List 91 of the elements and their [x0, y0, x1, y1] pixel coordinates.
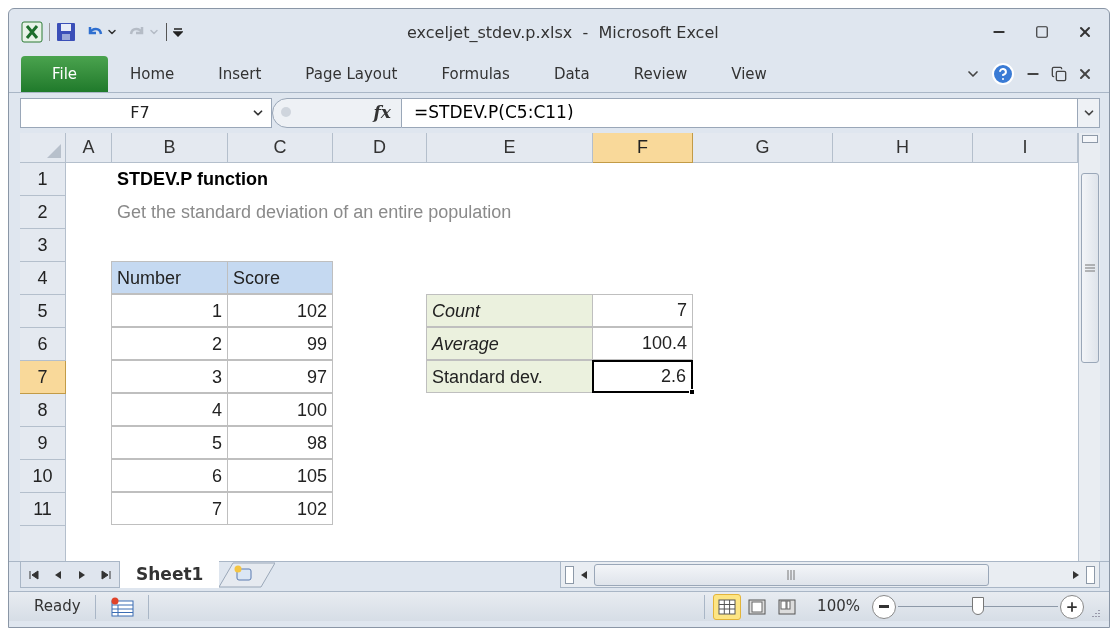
table-cell: 99	[227, 327, 333, 360]
table-cell: 105	[227, 459, 333, 492]
fill-handle[interactable]	[689, 389, 695, 395]
row-header[interactable]: 7	[20, 361, 66, 394]
last-sheet-icon[interactable]	[101, 569, 112, 580]
maximize-icon[interactable]	[1035, 25, 1049, 39]
row-header[interactable]: 10	[20, 460, 66, 493]
summary-label-cell: Standard dev.	[426, 360, 593, 393]
row-header[interactable]: 3	[20, 229, 66, 262]
view-button[interactable]	[713, 593, 742, 620]
table-header-cell: Number	[111, 261, 228, 294]
row-header[interactable]: 4	[20, 262, 66, 295]
column-header[interactable]: C	[228, 133, 333, 163]
status-text: Ready	[33, 596, 82, 618]
row-header[interactable]: 9	[20, 427, 66, 460]
save-icon[interactable]	[56, 22, 76, 42]
zoom-out-button[interactable]	[872, 594, 896, 619]
row-header[interactable]: 11	[20, 493, 66, 526]
macro-record-icon[interactable]	[109, 596, 134, 617]
scroll-left-icon[interactable]	[580, 569, 588, 580]
row-header[interactable]: 6	[20, 328, 66, 361]
summary-value-cell[interactable]: 7	[592, 294, 693, 327]
restore-icon[interactable]	[1051, 66, 1067, 82]
table-cell: 4	[111, 393, 228, 426]
row-header[interactable]: 5	[20, 295, 66, 328]
grip-icon	[786, 569, 797, 580]
column-header[interactable]: A	[66, 133, 112, 163]
ribbon-tab[interactable]: Data	[531, 56, 612, 92]
name-box[interactable]: F7	[20, 98, 272, 128]
ribbon-tab[interactable]: Review	[611, 56, 710, 92]
sheet-subtitle: Get the standard deviation of an entire population	[117, 201, 512, 224]
zoom-slider-thumb[interactable]	[972, 596, 984, 615]
scroll-right-icon[interactable]	[1072, 569, 1080, 580]
zoom-level[interactable]: 100%	[817, 595, 860, 618]
ribbon-tab[interactable]: Formulas	[419, 56, 532, 92]
horizontal-scrollbar[interactable]	[560, 562, 1100, 588]
plus-icon	[1065, 599, 1079, 614]
table-cell: 3	[111, 360, 228, 393]
file-tab[interactable]: File	[21, 56, 108, 92]
row-header[interactable]: 1	[20, 163, 66, 196]
vertical-scrollbar[interactable]	[1078, 133, 1100, 561]
column-header[interactable]: F	[593, 133, 693, 163]
next-sheet-icon[interactable]	[77, 569, 86, 580]
table-cell: 102	[227, 294, 333, 327]
close-icon[interactable]	[1077, 66, 1093, 82]
column-header[interactable]: G	[693, 133, 833, 163]
zoom-in-button[interactable]	[1060, 594, 1084, 619]
column-header[interactable]: D	[333, 133, 427, 163]
summary-label-cell: Average	[426, 327, 593, 360]
split-box-icon[interactable]	[1086, 565, 1095, 584]
table-cell: 6	[111, 459, 228, 492]
column-header[interactable]: I	[973, 133, 1078, 163]
table-cell: 102	[227, 492, 333, 525]
resize-grip-icon[interactable]	[1090, 609, 1100, 619]
ribbon-tab[interactable]: Page Layout	[283, 56, 420, 92]
formula-field[interactable]: =STDEV.P(C5:C11)	[402, 98, 1078, 128]
insert-function-button[interactable]: fx	[373, 100, 391, 126]
table-cell: 100	[227, 393, 333, 426]
column-header[interactable]: H	[833, 133, 973, 163]
table-cell: 7	[111, 492, 228, 525]
split-box-icon[interactable]	[1081, 135, 1098, 143]
expand-formula-button[interactable]	[1078, 98, 1100, 128]
table-header-cell: Score	[227, 261, 333, 294]
window-title: exceljet_stdev.p.xlsx - Microsoft Excel	[407, 22, 719, 44]
split-box-icon[interactable]	[565, 565, 574, 584]
ribbon-tab[interactable]: View	[709, 56, 789, 92]
table-cell: 5	[111, 426, 228, 459]
column-header[interactable]: B	[112, 133, 228, 163]
grip-icon	[1084, 264, 1095, 272]
previous-sheet-icon[interactable]	[54, 569, 63, 580]
minus-icon	[879, 605, 889, 608]
sheet-title: STDEV.P function	[117, 168, 269, 191]
help-icon[interactable]	[991, 62, 1015, 86]
customize-toolbar-icon[interactable]	[173, 26, 183, 38]
row-header[interactable]: 8	[20, 394, 66, 427]
table-cell: 97	[227, 360, 333, 393]
active-cell[interactable]: 2.6	[592, 360, 693, 393]
sheet-tab[interactable]: Sheet1	[120, 561, 220, 588]
summary-value-cell[interactable]: 100.4	[592, 327, 693, 360]
column-header[interactable]: E	[427, 133, 593, 163]
row-header[interactable]: 2	[20, 196, 66, 229]
ribbon-tab[interactable]: Insert	[196, 56, 284, 92]
table-cell: 98	[227, 426, 333, 459]
table-cell: 1	[111, 294, 228, 327]
summary-label-cell: Count	[426, 294, 593, 327]
ribbon-tab[interactable]: Home	[108, 56, 197, 92]
table-cell: 2	[111, 327, 228, 360]
first-sheet-icon[interactable]	[28, 569, 39, 580]
close-icon[interactable]	[1077, 24, 1093, 40]
sheet-navigation[interactable]	[20, 562, 120, 588]
excel-logo-icon[interactable]	[21, 21, 43, 43]
